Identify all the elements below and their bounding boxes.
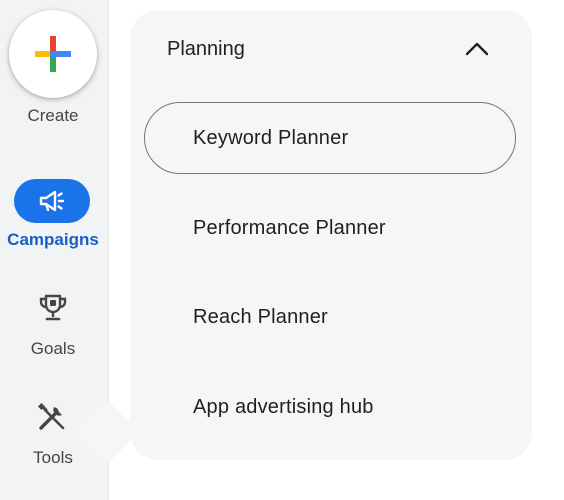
menu-item-label: Keyword Planner <box>193 127 349 149</box>
rail-item-label: Campaigns <box>7 230 99 249</box>
megaphone-icon <box>39 190 65 212</box>
tools-icon <box>37 402 65 430</box>
planning-section-header[interactable]: Planning <box>130 28 532 70</box>
menu-item-reach-planner[interactable]: Reach Planner <box>144 281 516 353</box>
section-title: Planning <box>167 38 245 60</box>
trophy-icon <box>39 294 67 321</box>
menu-item-label: Reach Planner <box>193 306 328 328</box>
menu-item-app-advertising-hub[interactable]: App advertising hub <box>144 371 516 443</box>
create-label: Create <box>27 106 79 125</box>
menu-item-performance-planner[interactable]: Performance Planner <box>144 192 516 264</box>
create-button[interactable] <box>9 10 97 98</box>
chevron-up-icon[interactable] <box>463 37 491 61</box>
planning-flyout-panel: Planning Keyword Planner Performance Pla… <box>130 10 532 460</box>
menu-item-keyword-planner[interactable]: Keyword Planner <box>144 102 516 174</box>
rail-item-label: Goals <box>30 339 76 358</box>
menu-item-label: App advertising hub <box>193 396 374 418</box>
menu-item-label: Performance Planner <box>193 217 386 239</box>
rail-item-label: Tools <box>33 448 73 467</box>
plus-icon <box>35 36 71 72</box>
campaigns-pill[interactable] <box>14 179 90 223</box>
